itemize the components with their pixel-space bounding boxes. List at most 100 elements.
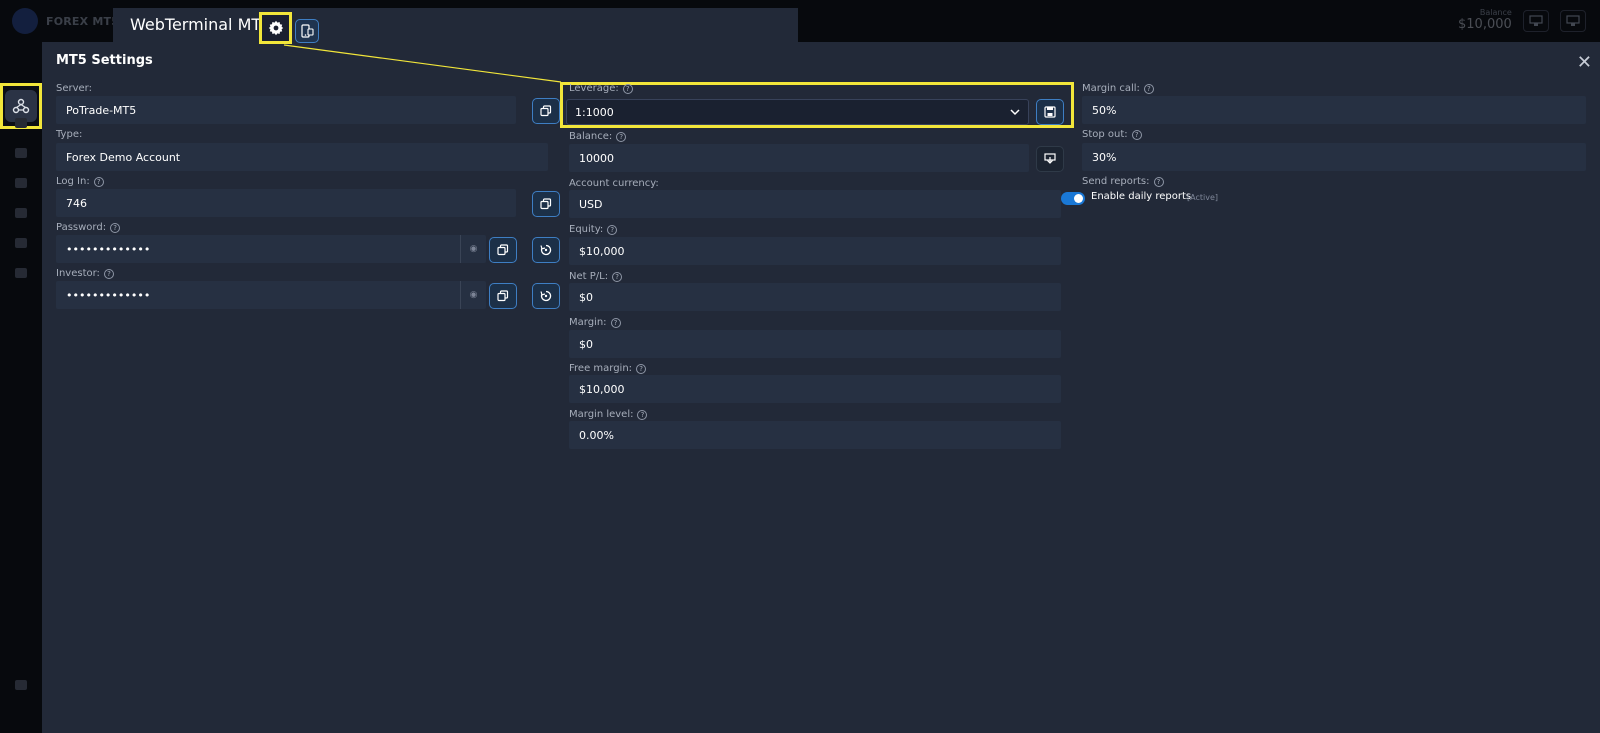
help-icon[interactable]: ? [1131, 129, 1142, 140]
save-leverage-button[interactable] [1036, 99, 1064, 125]
copy-icon [540, 198, 552, 210]
margin-call-label-text: Margin call: [1082, 83, 1140, 94]
investor-label-text: Investor: [56, 268, 100, 279]
mobile-terminal-button[interactable] [295, 19, 319, 43]
window-title: WebTerminal MT5 [130, 15, 272, 34]
search-icon [15, 208, 27, 218]
free-margin-field: $10,000 [569, 375, 1061, 403]
brand-logo [12, 8, 38, 34]
leverage-label: Leverage:? [569, 83, 633, 94]
margin-level-field: 0.00% [569, 421, 1061, 449]
deposit-button[interactable] [1036, 146, 1064, 172]
help-icon[interactable]: ? [607, 224, 618, 235]
login-label: Log In:? [56, 176, 104, 187]
type-field: Forex Demo Account [56, 143, 548, 171]
top-balance: Balance $10,000 [1458, 8, 1512, 32]
stop-out-label: Stop out:? [1082, 129, 1142, 140]
currency-label: Account currency: [569, 178, 659, 189]
investor-label: Investor:? [56, 268, 114, 279]
balance-label: Balance:? [569, 131, 627, 142]
password-field: ••••••••••••• [56, 235, 486, 263]
top-cashier-icon[interactable] [1523, 10, 1549, 32]
login-field: 746 [56, 189, 516, 217]
reset-icon [540, 244, 552, 256]
server-label-text: Server: [56, 83, 92, 94]
margin-call-field: 50% [1082, 96, 1586, 124]
stop-out-label-text: Stop out: [1082, 129, 1128, 140]
help-icon[interactable]: ? [1153, 176, 1164, 187]
top-balance-value: $10,000 [1458, 17, 1512, 32]
leverage-label-text: Leverage: [569, 83, 619, 94]
user-icon [15, 148, 27, 158]
eye-icon[interactable]: ◉ [460, 281, 486, 309]
chart-icon [15, 680, 27, 690]
copy-login-button[interactable] [532, 191, 560, 217]
daily-reports-label: Enable daily reports [1091, 191, 1192, 202]
server-label: Server: [56, 83, 92, 94]
help-icon[interactable]: ? [637, 409, 648, 420]
netpl-label-text: Net P/L: [569, 271, 609, 282]
top-withdraw-icon[interactable] [1560, 10, 1586, 32]
rail-ghost-icon [15, 118, 27, 128]
help-icon[interactable]: ? [612, 271, 623, 282]
margin-label-text: Margin: [569, 317, 607, 328]
send-reports-label-text: Send reports: [1082, 176, 1150, 187]
help-icon[interactable]: ? [616, 131, 627, 142]
server-field: PoTrade-MT5 [56, 96, 516, 124]
eye-icon[interactable]: ◉ [460, 235, 486, 263]
reset-investor-button[interactable] [532, 283, 560, 309]
deposit-icon [1044, 153, 1056, 164]
gear-icon [15, 238, 27, 248]
equity-label-text: Equity: [569, 224, 604, 235]
margin-call-label: Margin call:? [1082, 83, 1154, 94]
equity-label: Equity:? [569, 224, 618, 235]
help-icon[interactable]: ? [622, 83, 633, 94]
reset-icon [540, 290, 552, 302]
leverage-select[interactable]: 1:1000 [566, 99, 1029, 125]
margin-field: $0 [569, 330, 1061, 358]
equity-field: $10,000 [569, 237, 1061, 265]
daily-reports-toggle[interactable] [1061, 192, 1085, 205]
margin-level-label: Margin level:? [569, 409, 648, 420]
copy-server-button[interactable] [532, 98, 560, 124]
password-label: Password:? [56, 222, 121, 233]
netpl-field: $0 [569, 283, 1061, 311]
login-label-text: Log In: [56, 176, 90, 187]
mt5-settings-panel: MT5 Settings ✕ Server: PoTrade-MT5 Type:… [42, 42, 1600, 733]
type-label-text: Type: [56, 129, 83, 140]
top-balance-label: Balance [1479, 8, 1512, 17]
webterminal-titlebar: WebTerminal MT5 [113, 8, 798, 44]
chevron-down-icon [1010, 109, 1020, 116]
copy-icon [540, 105, 552, 117]
leverage-value: 1:1000 [575, 105, 614, 119]
free-margin-label-text: Free margin: [569, 363, 633, 374]
settings-button[interactable] [259, 12, 292, 44]
free-margin-label: Free margin:? [569, 363, 647, 374]
margin-level-label-text: Margin level: [569, 409, 634, 420]
currency-field: USD [569, 190, 1061, 218]
send-reports-label: Send reports:? [1082, 176, 1164, 187]
copy-icon [497, 290, 509, 302]
phone-icon [301, 24, 314, 38]
copy-password-button[interactable] [489, 237, 517, 263]
help-icon[interactable]: ? [1143, 83, 1154, 94]
chat-icon [15, 178, 27, 188]
save-icon [1044, 106, 1056, 118]
help-icon[interactable]: ? [610, 317, 621, 328]
left-rail [0, 42, 42, 733]
balance-field: 10000 [569, 144, 1029, 172]
help-icon[interactable]: ? [103, 268, 114, 279]
margin-label: Margin:? [569, 317, 621, 328]
help-icon[interactable]: ? [636, 363, 647, 374]
help-icon[interactable]: ? [110, 222, 121, 233]
reset-password-button[interactable] [532, 237, 560, 263]
copy-icon [497, 244, 509, 256]
investor-field: ••••••••••••• [56, 281, 486, 309]
netpl-label: Net P/L:? [569, 271, 623, 282]
close-button[interactable]: ✕ [1577, 52, 1592, 73]
copy-investor-button[interactable] [489, 283, 517, 309]
daily-reports-status: [Active] [1187, 193, 1218, 202]
help-icon[interactable]: ? [93, 176, 104, 187]
panel-title: MT5 Settings [56, 53, 153, 68]
stop-out-field: 30% [1082, 143, 1586, 171]
